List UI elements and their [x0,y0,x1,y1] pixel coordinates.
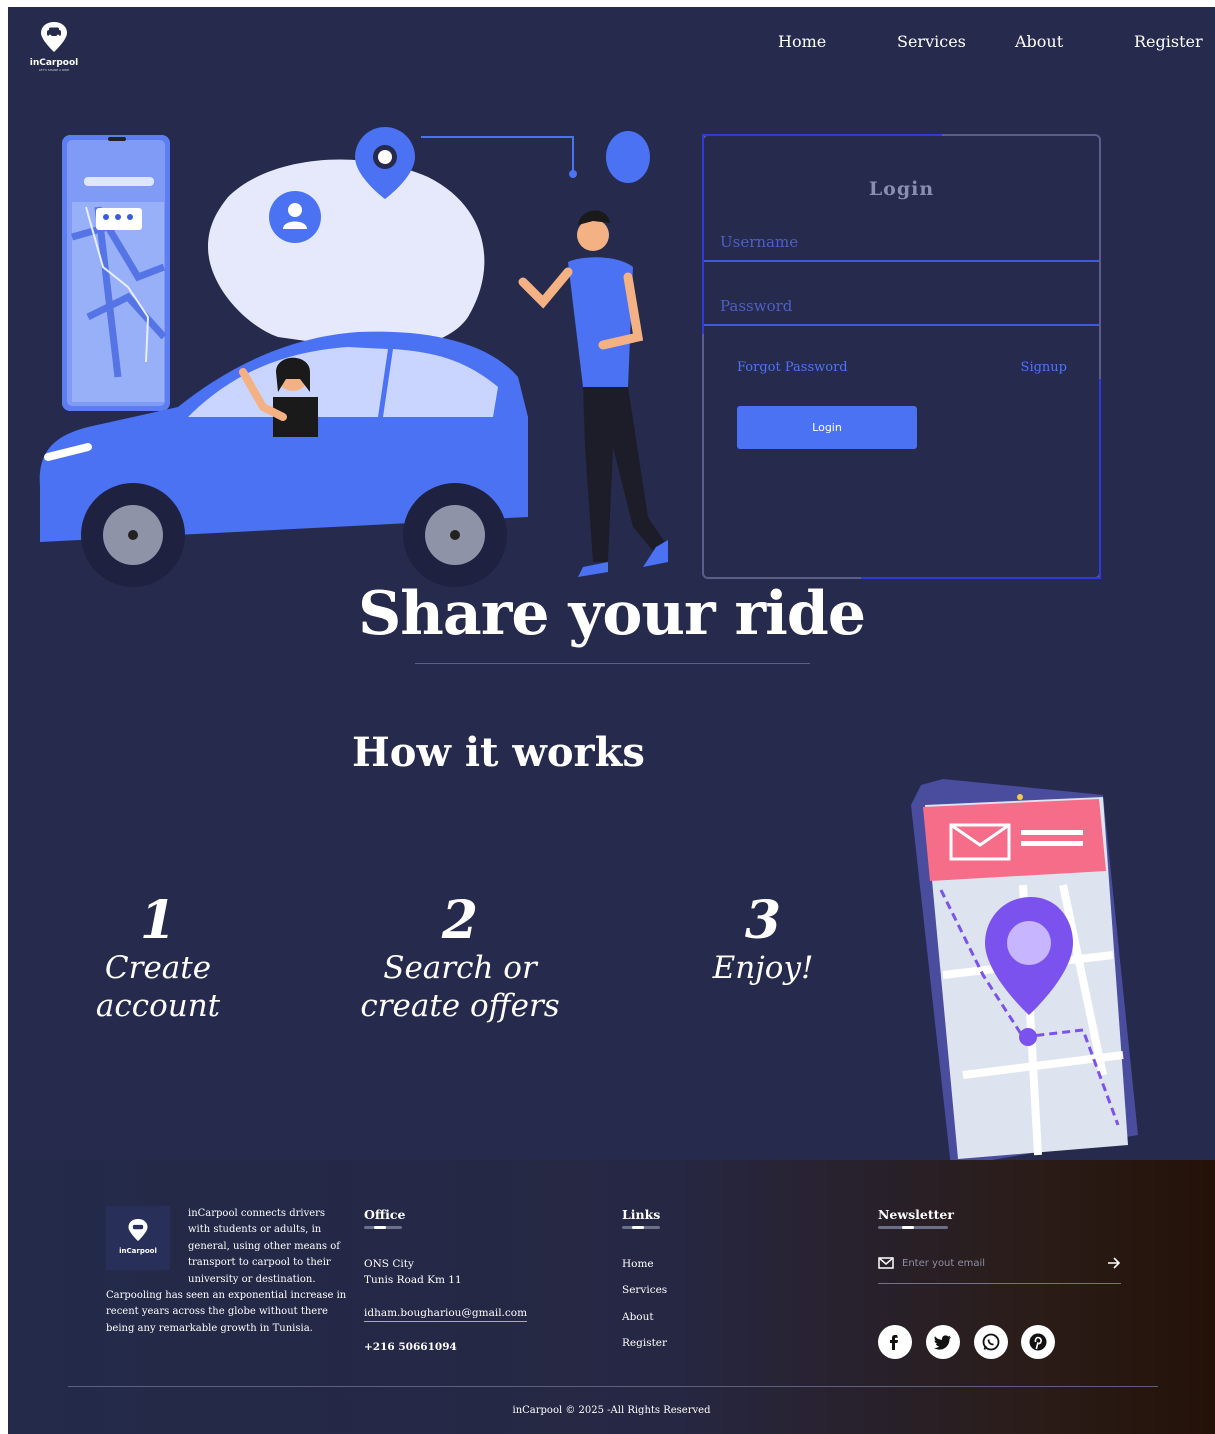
footer-divider [68,1386,1158,1387]
step-1: 1 Create account [38,893,278,1025]
copyright: inCarpool © 2025 -All Rights Reserved [512,1405,711,1416]
hero-headline: Share your ride [357,579,866,649]
phone-map-illustration [62,135,170,411]
step-3: 3 Enjoy! [683,893,843,987]
heading-underline [622,1226,660,1229]
heading-underline [364,1226,402,1229]
footer-office-title: Office [364,1207,406,1222]
pinterest-icon[interactable] [1021,1325,1055,1359]
footer-link-home[interactable]: Home [622,1258,654,1270]
step-number: 2 [441,890,479,951]
brand-name: inCarpool [29,58,79,68]
step-label: Create account [95,950,221,1024]
car-pin-icon [41,22,67,52]
step-label: Search or create offers [360,950,560,1024]
login-form: Login Forgot Password Signup Login [702,134,1101,579]
nav-home[interactable]: Home [778,32,826,51]
step-2: 2 Search or create offers [330,893,590,1025]
card-accent [1099,379,1101,579]
step-number: 1 [139,890,177,951]
signup-link[interactable]: Signup [1021,360,1067,375]
arrow-right-icon[interactable] [1107,1257,1121,1269]
login-title: Login [868,178,935,200]
nav-about[interactable]: About [1015,32,1063,51]
step-number: 3 [744,890,782,951]
brand-logo[interactable]: inCarpool LET'S SHARE A RIDE [24,21,84,72]
office-phone: +216 50661094 [364,1341,457,1353]
envelope-icon [878,1257,894,1269]
whatsapp-icon[interactable] [974,1325,1008,1359]
footer-newsletter-title: Newsletter [878,1207,954,1222]
divider [415,663,810,664]
footer-about-text: inCarpool connects drivers with students… [106,1208,347,1334]
office-email-link[interactable]: idham.boughariou@gmail.com [364,1307,528,1322]
office-line1: ONS City [364,1258,414,1270]
password-input[interactable] [704,288,1099,326]
newsletter-form [878,1252,1121,1284]
nav-services[interactable]: Services [897,32,966,51]
username-input[interactable] [704,224,1099,262]
footer-link-services[interactable]: Services [622,1284,667,1296]
card-accent [702,134,942,136]
login-button[interactable]: Login [737,406,917,449]
twitter-icon[interactable] [926,1325,960,1359]
page: inCarpool LET'S SHARE A RIDE Home Servic… [8,7,1215,1434]
how-it-works-title: How it works [352,729,645,776]
nav-register[interactable]: Register [1134,32,1203,51]
phone-map-pin-illustration [911,779,1138,1167]
footer-link-about[interactable]: About [622,1311,654,1323]
footer-links-title: Links [622,1207,661,1222]
office-line2: Tunis Road Km 11 [364,1274,462,1286]
footer-link-register[interactable]: Register [622,1337,667,1349]
brand-tagline: LET'S SHARE A RIDE [38,68,70,72]
carpool-illustration [39,127,668,587]
step-label: Enjoy! [712,950,814,986]
heading-underline [878,1226,948,1229]
newsletter-email-input[interactable] [902,1258,1092,1269]
facebook-icon[interactable] [878,1325,912,1359]
forgot-password-link[interactable]: Forgot Password [737,360,848,375]
site-footer: inCarpool inCarpool connects drivers wit… [8,1160,1215,1434]
